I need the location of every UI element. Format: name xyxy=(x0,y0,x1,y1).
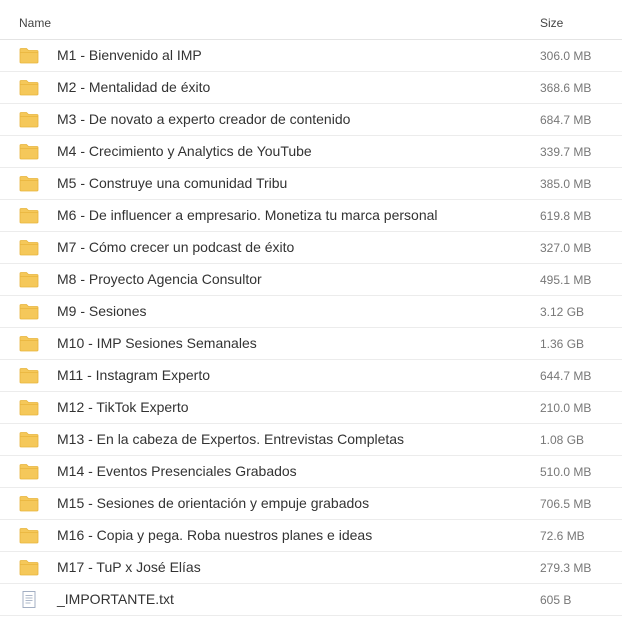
item-name[interactable]: M12 - TikTok Experto xyxy=(57,399,189,415)
item-size: 72.6 MB xyxy=(540,529,585,543)
folder-icon xyxy=(19,143,39,160)
item-size: 327.0 MB xyxy=(540,241,592,255)
item-name[interactable]: M6 - De influencer a empresario. Monetiz… xyxy=(57,207,438,223)
item-size: 210.0 MB xyxy=(540,401,592,415)
item-name[interactable]: M4 - Crecimiento y Analytics de YouTube xyxy=(57,143,312,159)
folder-icon xyxy=(19,111,39,128)
item-name[interactable]: M14 - Eventos Presenciales Grabados xyxy=(57,463,297,479)
item-name[interactable]: M1 - Bienvenido al IMP xyxy=(57,47,202,63)
folder-row[interactable]: M6 - De influencer a empresario. Monetiz… xyxy=(0,200,622,232)
item-name[interactable]: M3 - De novato a experto creador de cont… xyxy=(57,111,350,127)
file-rows: M1 - Bienvenido al IMP 306.0 MB M2 - Ment… xyxy=(0,40,622,616)
item-size: 495.1 MB xyxy=(540,273,592,287)
item-size: 1.08 GB xyxy=(540,433,585,447)
folder-row[interactable]: M5 - Construye una comunidad Tribu 385.0 … xyxy=(0,168,622,200)
item-name[interactable]: M8 - Proyecto Agencia Consultor xyxy=(57,271,262,287)
folder-icon xyxy=(19,463,39,480)
folder-icon xyxy=(19,303,39,320)
item-name[interactable]: M17 - TuP x José Elías xyxy=(57,559,201,575)
folder-row[interactable]: M3 - De novato a experto creador de cont… xyxy=(0,104,622,136)
item-name[interactable]: _IMPORTANTE.txt xyxy=(57,591,174,607)
item-size: 1.36 GB xyxy=(540,337,585,351)
folder-row[interactable]: M8 - Proyecto Agencia Consultor 495.1 MB xyxy=(0,264,622,296)
item-name[interactable]: M9 - Sesiones xyxy=(57,303,146,319)
folder-icon xyxy=(19,271,39,288)
item-size: 306.0 MB xyxy=(540,49,592,63)
item-size: 684.7 MB xyxy=(540,113,592,127)
folder-icon xyxy=(19,47,39,64)
folder-row[interactable]: M15 - Sesiones de orientación y empuje g… xyxy=(0,488,622,520)
folder-icon xyxy=(19,239,39,256)
file-list: Name Size M1 - Bienvenido al IMP 306.0 MB… xyxy=(0,0,622,616)
folder-icon xyxy=(19,559,39,576)
folder-row[interactable]: M2 - Mentalidad de éxito 368.6 MB xyxy=(0,72,622,104)
item-name[interactable]: M13 - En la cabeza de Expertos. Entrevis… xyxy=(57,431,404,447)
folder-icon xyxy=(19,495,39,512)
item-size: 644.7 MB xyxy=(540,369,592,383)
item-name[interactable]: M15 - Sesiones de orientación y empuje g… xyxy=(57,495,369,511)
folder-icon xyxy=(19,527,39,544)
item-name[interactable]: M10 - IMP Sesiones Semanales xyxy=(57,335,257,351)
item-name[interactable]: M7 - Cómo crecer un podcast de éxito xyxy=(57,239,294,255)
item-size: 339.7 MB xyxy=(540,145,592,159)
folder-row[interactable]: M17 - TuP x José Elías 279.3 MB xyxy=(0,552,622,584)
item-name[interactable]: M11 - Instagram Experto xyxy=(57,367,210,383)
item-size: 3.12 GB xyxy=(540,305,585,319)
item-name[interactable]: M2 - Mentalidad de éxito xyxy=(57,79,210,95)
column-header-name[interactable]: Name xyxy=(19,16,51,30)
item-name[interactable]: M5 - Construye una comunidad Tribu xyxy=(57,175,287,191)
folder-icon xyxy=(19,207,39,224)
item-size: 368.6 MB xyxy=(540,81,592,95)
folder-icon xyxy=(19,431,39,448)
folder-icon xyxy=(19,399,39,416)
item-size: 619.8 MB xyxy=(540,209,592,223)
text-file-icon xyxy=(19,591,39,608)
folder-row[interactable]: M4 - Crecimiento y Analytics de YouTube 3… xyxy=(0,136,622,168)
folder-row[interactable]: M7 - Cómo crecer un podcast de éxito 327.… xyxy=(0,232,622,264)
item-name[interactable]: M16 - Copia y pega. Roba nuestros planes… xyxy=(57,527,372,543)
item-size: 706.5 MB xyxy=(540,497,592,511)
folder-icon xyxy=(19,79,39,96)
file-row[interactable]: _IMPORTANTE.txt 605 B xyxy=(0,584,622,616)
folder-icon xyxy=(19,367,39,384)
list-header: Name Size xyxy=(0,0,622,40)
column-header-size[interactable]: Size xyxy=(540,16,563,30)
folder-row[interactable]: M10 - IMP Sesiones Semanales 1.36 GB xyxy=(0,328,622,360)
folder-icon xyxy=(19,175,39,192)
folder-row[interactable]: M13 - En la cabeza de Expertos. Entrevis… xyxy=(0,424,622,456)
folder-row[interactable]: M1 - Bienvenido al IMP 306.0 MB xyxy=(0,40,622,72)
item-size: 510.0 MB xyxy=(540,465,592,479)
folder-row[interactable]: M14 - Eventos Presenciales Grabados 510.0… xyxy=(0,456,622,488)
folder-row[interactable]: M16 - Copia y pega. Roba nuestros planes… xyxy=(0,520,622,552)
folder-row[interactable]: M11 - Instagram Experto 644.7 MB xyxy=(0,360,622,392)
folder-row[interactable]: M9 - Sesiones 3.12 GB xyxy=(0,296,622,328)
folder-icon xyxy=(19,335,39,352)
item-size: 279.3 MB xyxy=(540,561,592,575)
item-size: 605 B xyxy=(540,593,572,607)
folder-row[interactable]: M12 - TikTok Experto 210.0 MB xyxy=(0,392,622,424)
item-size: 385.0 MB xyxy=(540,177,592,191)
